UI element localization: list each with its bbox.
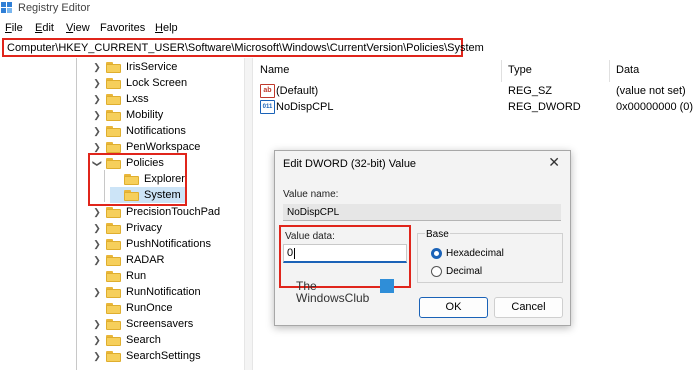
tree-item-searchsettings[interactable]: ❯ SearchSettings: [92, 348, 200, 364]
window-title: Registry Editor: [18, 2, 91, 14]
tree-item-lxss[interactable]: ❯ Lxss: [92, 91, 148, 107]
edit-dword-dialog: Edit DWORD (32-bit) Value ✕ Value name: …: [274, 150, 571, 326]
folder-icon: [106, 206, 121, 218]
chevron-right-icon[interactable]: ❯: [92, 223, 102, 234]
address-path: Computer\HKEY_CURRENT_USER\Software\Micr…: [7, 42, 484, 54]
folder-icon: [106, 318, 121, 330]
folder-icon: [106, 77, 121, 89]
tree-item-runnotification[interactable]: ❯ RunNotification: [92, 284, 200, 300]
tree-item-lock-screen[interactable]: ❯ Lock Screen: [92, 75, 187, 91]
value-row-default[interactable]: ab (Default) REG_SZ (value not set): [258, 83, 700, 99]
folder-icon: [106, 350, 121, 362]
chevron-right-icon[interactable]: ❯: [92, 255, 102, 266]
chevron-right-icon[interactable]: ❯: [92, 126, 102, 137]
folder-icon: [106, 302, 121, 314]
chevron-right-icon[interactable]: ❯: [92, 351, 102, 362]
key-tree: ❯ IrisService ❯ Lock Screen ❯ Lxss ❯ Mobilit…: [0, 58, 244, 370]
chevron-right-icon[interactable]: ❯: [92, 110, 102, 121]
dword-icon: 011: [260, 100, 275, 114]
menu-view[interactable]: View: [66, 22, 90, 34]
tree-item-search[interactable]: ❯ Search: [92, 332, 161, 348]
value-data: (value not set): [616, 85, 686, 97]
dialog-title: Edit DWORD (32-bit) Value: [283, 158, 417, 170]
column-header-type[interactable]: Type: [508, 64, 532, 76]
column-divider[interactable]: [609, 60, 610, 82]
column-divider[interactable]: [501, 60, 502, 82]
address-bar[interactable]: Computer\HKEY_CURRENT_USER\Software\Micr…: [2, 38, 484, 57]
value-name-field: NoDispCPL: [283, 204, 561, 221]
menu-help[interactable]: Help: [155, 22, 178, 34]
chevron-right-icon[interactable]: ❯: [92, 94, 102, 105]
column-header-data[interactable]: Data: [616, 64, 639, 76]
cancel-button[interactable]: Cancel: [494, 297, 563, 318]
value-type: REG_DWORD: [508, 101, 581, 113]
close-icon[interactable]: ✕: [548, 154, 560, 171]
folder-icon: [106, 125, 121, 137]
highlight-box: [88, 153, 187, 206]
value-name: (Default): [276, 85, 319, 97]
folder-icon: [106, 286, 121, 298]
tree-item-radar[interactable]: ❯ RADAR: [92, 252, 164, 268]
registry-editor-icon: [1, 2, 13, 14]
radio-hexadecimal[interactable]: [431, 248, 442, 259]
menu-file[interactable]: File: [5, 22, 23, 34]
tree-item-run[interactable]: Run: [92, 268, 146, 284]
decimal-label[interactable]: Decimal: [446, 266, 482, 277]
folder-icon: [106, 109, 121, 121]
value-name-label: Value name:: [283, 189, 339, 200]
radio-decimal[interactable]: [431, 266, 442, 277]
value-row-nodispcpl[interactable]: 011 NoDispCPL REG_DWORD 0x00000000 (0): [258, 99, 700, 115]
value-name: NoDispCPL: [276, 101, 334, 113]
folder-icon: [106, 270, 121, 282]
menu-favorites[interactable]: Favorites: [100, 22, 145, 34]
tree-item-screensavers[interactable]: ❯ Screensavers: [92, 316, 193, 332]
chevron-right-icon[interactable]: ❯: [92, 142, 102, 153]
folder-icon: [106, 141, 121, 153]
tree-item-notifications[interactable]: ❯ Notifications: [92, 123, 186, 139]
tree-item-mobility[interactable]: ❯ Mobility: [92, 107, 163, 123]
chevron-right-icon[interactable]: ❯: [92, 62, 102, 73]
folder-icon: [106, 334, 121, 346]
hexadecimal-label[interactable]: Hexadecimal: [446, 248, 504, 259]
chevron-right-icon[interactable]: ❯: [92, 207, 102, 218]
value-type: REG_SZ: [508, 85, 553, 97]
chevron-right-icon[interactable]: ❯: [92, 319, 102, 330]
tree-item-privacy[interactable]: ❯ Privacy: [92, 220, 162, 236]
folder-icon: [106, 61, 121, 73]
folder-icon: [106, 254, 121, 266]
ab-string-icon: ab: [260, 84, 275, 98]
folder-icon: [106, 222, 121, 234]
folder-icon: [106, 93, 121, 105]
menu-edit[interactable]: Edit: [35, 22, 54, 34]
tree-item-runonce[interactable]: RunOnce: [92, 300, 172, 316]
chevron-right-icon[interactable]: ❯: [92, 78, 102, 89]
base-label: Base: [425, 229, 450, 240]
tree-item-pushnotifications[interactable]: ❯ PushNotifications: [92, 236, 211, 252]
value-data: 0x00000000 (0): [616, 101, 694, 113]
folder-icon: [106, 238, 121, 250]
chevron-right-icon[interactable]: ❯: [92, 239, 102, 250]
tree-item-irisservice[interactable]: ❯ IrisService: [92, 59, 177, 75]
column-header-name[interactable]: Name: [260, 64, 289, 76]
chevron-right-icon[interactable]: ❯: [92, 335, 102, 346]
tree-item-precisiontouchpad[interactable]: ❯ PrecisionTouchPad: [92, 204, 220, 220]
tree-guide-line: [76, 58, 77, 370]
title-bar: Registry Editor: [0, 0, 700, 20]
pane-splitter[interactable]: [244, 58, 253, 370]
chevron-right-icon[interactable]: ❯: [92, 287, 102, 298]
ok-button[interactable]: OK: [419, 297, 488, 318]
